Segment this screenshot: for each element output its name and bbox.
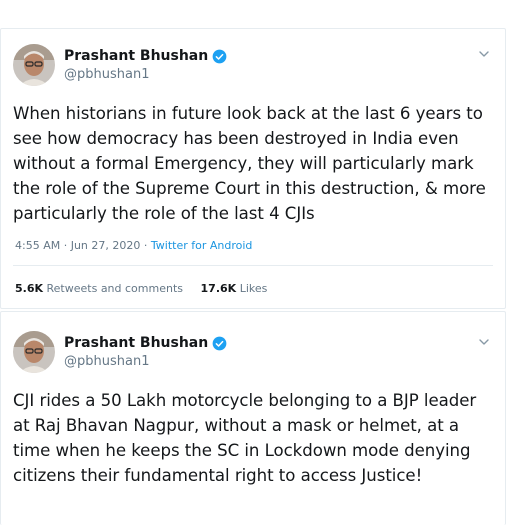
tweet-card[interactable]: Prashant Bhushan @pbhushan1 When histori… <box>0 28 506 309</box>
author-handle[interactable]: @pbhushan1 <box>64 354 149 369</box>
avatar-image <box>13 44 55 86</box>
likes-count: 17.6K <box>200 282 237 295</box>
avatar[interactable] <box>13 44 55 86</box>
chevron-down-icon[interactable] <box>477 335 491 349</box>
tweet-text: CJI rides a 50 Lakh motorcycle belonging… <box>13 391 477 485</box>
author-name[interactable]: Prashant Bhushan <box>64 48 227 64</box>
tweet-card[interactable]: Prashant Bhushan @pbhushan1 CJI rides a … <box>0 311 506 525</box>
author-name-text[interactable]: Prashant Bhushan <box>64 335 208 351</box>
chevron-down-icon[interactable] <box>477 47 491 61</box>
tweet-text: When historians in future look back at t… <box>13 104 486 223</box>
likes-label: Likes <box>239 282 268 295</box>
verified-badge-icon <box>212 336 227 350</box>
retweets-label: Retweets and comments <box>46 282 184 295</box>
tweet-stats: 5.6K Retweets and comments 17.6K Likes <box>15 282 267 295</box>
retweets-stat[interactable]: 5.6K Retweets and comments <box>15 282 183 295</box>
avatar-image <box>13 331 55 373</box>
tweet-source-link[interactable]: Twitter for Android <box>151 239 253 252</box>
avatar[interactable] <box>13 331 55 373</box>
likes-stat[interactable]: 17.6K Likes <box>201 282 268 295</box>
verified-badge-icon <box>212 49 227 63</box>
divider <box>13 265 493 266</box>
author-name[interactable]: Prashant Bhushan <box>64 335 227 351</box>
author-handle[interactable]: @pbhushan1 <box>64 67 149 82</box>
retweets-count: 5.6K <box>15 282 44 295</box>
author-name-text[interactable]: Prashant Bhushan <box>64 48 208 64</box>
tweet-timestamp[interactable]: 4:55 AM · Jun 27, 2020 · <box>15 239 151 252</box>
tweet-meta: 4:55 AM · Jun 27, 2020 · Twitter for And… <box>15 239 252 252</box>
